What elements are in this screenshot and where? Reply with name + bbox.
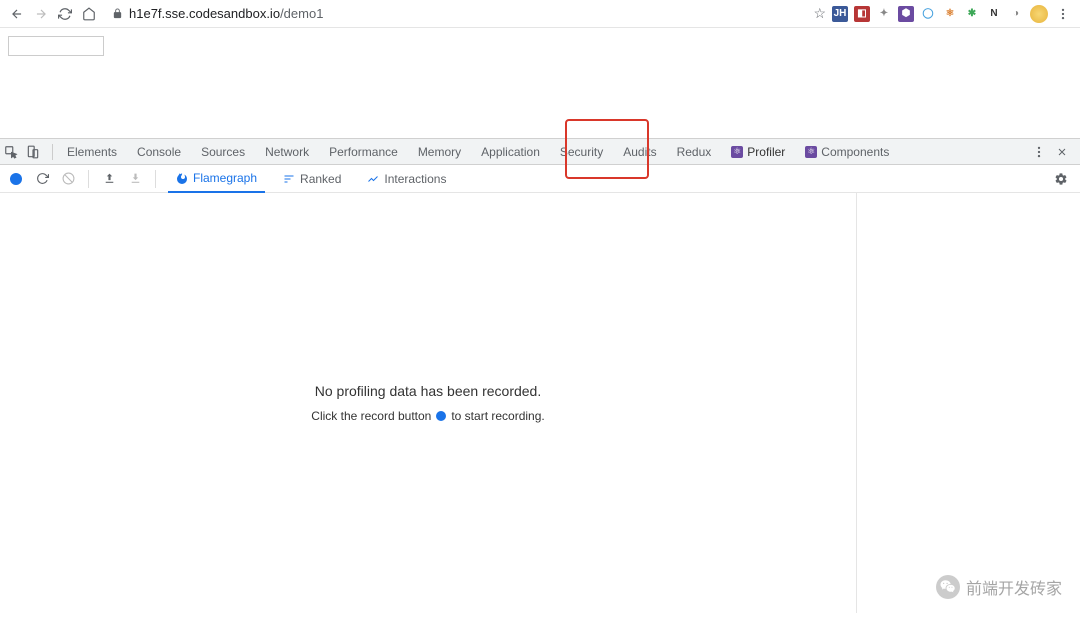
bookmark-star-icon[interactable]: ☆	[813, 5, 826, 22]
separator	[52, 144, 53, 160]
page-input-placeholder[interactable]	[8, 36, 104, 56]
react-icon: ⚛	[731, 146, 743, 158]
profiler-tab-ranked[interactable]: Ranked	[275, 165, 349, 193]
tab-network[interactable]: Network	[255, 139, 319, 165]
profiler-tab-flamegraph[interactable]: Flamegraph	[168, 165, 265, 193]
flame-icon	[176, 172, 188, 184]
separator	[88, 170, 89, 188]
record-button[interactable]	[8, 171, 24, 187]
url-text: h1e7f.sse.codesandbox.io/demo1	[129, 6, 323, 21]
extension-icon-8[interactable]: ◑	[1008, 6, 1024, 22]
page-content	[0, 28, 1080, 138]
extension-icon-6[interactable]: ✱	[964, 6, 980, 22]
tab-console[interactable]: Console	[127, 139, 191, 165]
download-profile-button[interactable]	[127, 171, 143, 187]
extensions-row: JH ◧ ✦ ⬢ ◯ ⚛ ✱ N ◑	[832, 6, 1024, 22]
browser-menu-icon[interactable]	[1054, 5, 1072, 23]
back-button[interactable]	[8, 5, 26, 23]
tab-sources[interactable]: Sources	[191, 139, 255, 165]
devtools-close-icon[interactable]	[1056, 146, 1068, 158]
tab-security[interactable]: Security	[550, 139, 613, 165]
tab-elements[interactable]: Elements	[57, 139, 127, 165]
upload-profile-button[interactable]	[101, 171, 117, 187]
watermark-text: 前端开发砖家	[966, 575, 1062, 599]
tab-application[interactable]: Application	[471, 139, 550, 165]
profiler-settings-icon[interactable]	[1054, 172, 1072, 186]
empty-subtitle: Click the record button to start recordi…	[311, 409, 544, 423]
devtools-more-icon[interactable]	[1032, 145, 1046, 159]
extension-icon-4[interactable]: ◯	[920, 6, 936, 22]
profiler-empty-state: No profiling data has been recorded. Cli…	[0, 193, 856, 613]
record-dot-icon	[436, 411, 446, 421]
tab-components[interactable]: ⚛ Components	[795, 139, 899, 165]
extension-icon-1[interactable]: ◧	[854, 6, 870, 22]
tab-memory[interactable]: Memory	[408, 139, 471, 165]
profiler-tab-interactions[interactable]: Interactions	[359, 165, 454, 193]
forward-button[interactable]	[32, 5, 50, 23]
extension-icon-5[interactable]: ⚛	[942, 6, 958, 22]
devtools-tabstrip: ElementsConsoleSourcesNetworkPerformance…	[0, 139, 1080, 165]
wechat-icon	[936, 575, 960, 599]
tab-performance[interactable]: Performance	[319, 139, 408, 165]
ranked-icon	[283, 173, 295, 185]
tab-profiler[interactable]: ⚛ Profiler	[721, 139, 795, 165]
device-toolbar-icon[interactable]	[26, 145, 48, 159]
extension-icon-2[interactable]: ✦	[876, 6, 892, 22]
react-icon: ⚛	[805, 146, 817, 158]
extension-icon-0[interactable]: JH	[832, 6, 848, 22]
watermark: 前端开发砖家	[936, 575, 1062, 599]
clear-button[interactable]	[60, 171, 76, 187]
extension-icon-7[interactable]: N	[986, 6, 1002, 22]
lock-icon	[112, 8, 123, 19]
profiler-body: No profiling data has been recorded. Cli…	[0, 193, 1080, 613]
reload-button[interactable]	[56, 5, 74, 23]
profiler-toolbar: Flamegraph Ranked Interactions	[0, 165, 1080, 193]
extension-icon-3[interactable]: ⬢	[898, 6, 914, 22]
profiler-sidebar	[856, 193, 1080, 613]
browser-toolbar: h1e7f.sse.codesandbox.io/demo1 ☆ JH ◧ ✦ ⬢ ◯ ⚛…	[0, 0, 1080, 28]
tab-redux[interactable]: Redux	[667, 139, 722, 165]
address-bar[interactable]: h1e7f.sse.codesandbox.io/demo1	[104, 3, 807, 25]
profile-avatar[interactable]	[1030, 5, 1048, 23]
interactions-icon	[367, 173, 379, 185]
devtools-panel: ElementsConsoleSourcesNetworkPerformance…	[0, 138, 1080, 613]
empty-title: No profiling data has been recorded.	[315, 383, 541, 399]
reload-profile-button[interactable]	[34, 171, 50, 187]
separator	[155, 170, 156, 188]
tab-audits[interactable]: Audits	[613, 139, 666, 165]
home-button[interactable]	[80, 5, 98, 23]
inspect-element-icon[interactable]	[4, 145, 26, 159]
